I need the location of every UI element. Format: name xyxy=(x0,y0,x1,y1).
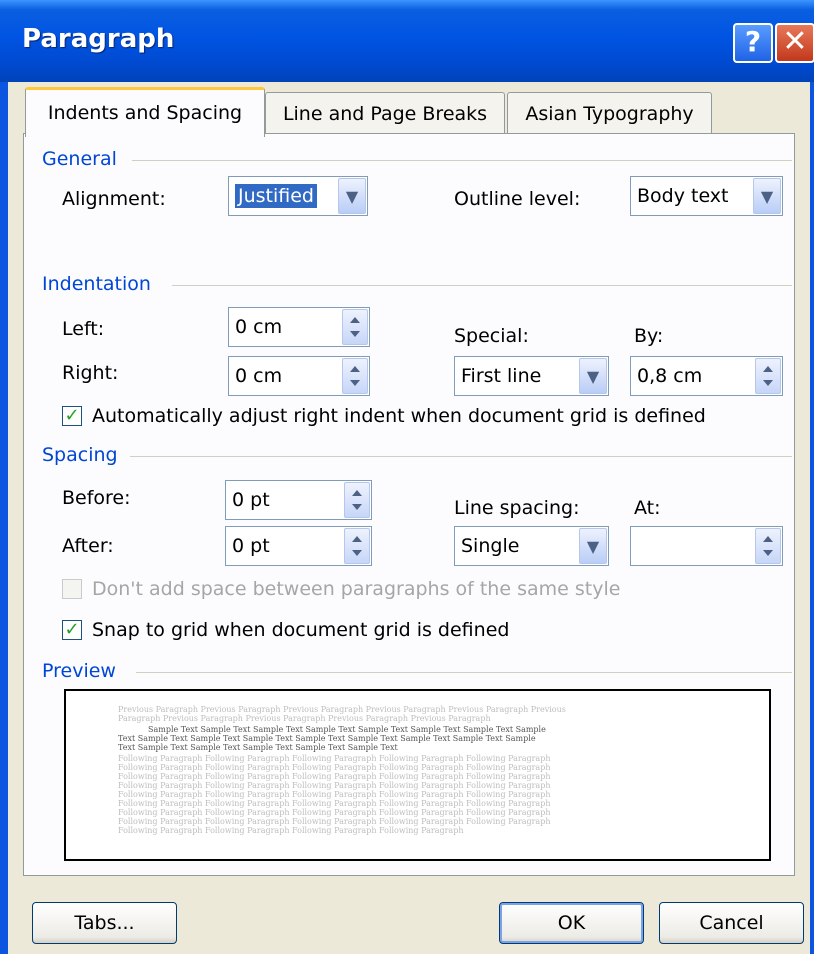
preview-line: Following Paragraph Following Paragraph … xyxy=(118,772,551,781)
tabs-button[interactable]: Tabs... xyxy=(32,902,177,944)
preview-line: Sample Text Sample Text Sample Text Samp… xyxy=(148,725,546,734)
line-spacing-value: Single xyxy=(461,535,520,557)
chevron-down-icon[interactable]: ▼ xyxy=(579,358,607,394)
at-field[interactable] xyxy=(630,526,783,566)
preview-line: Following Paragraph Following Paragraph … xyxy=(118,799,551,808)
preview-section-title: Preview xyxy=(42,660,116,682)
snap-to-grid-checkbox[interactable]: ✓ xyxy=(62,620,82,640)
alignment-value: Justified xyxy=(234,183,318,209)
tab-line-and-page-breaks[interactable]: Line and Page Breaks xyxy=(265,92,505,136)
before-label: Before: xyxy=(62,487,131,509)
preview-line: Following Paragraph Following Paragraph … xyxy=(118,826,464,835)
by-label: By: xyxy=(634,325,664,347)
after-label: After: xyxy=(62,535,114,557)
after-value: 0 pt xyxy=(232,535,270,557)
dont-add-space-checkbox[interactable] xyxy=(62,579,82,599)
snap-to-grid-label[interactable]: Snap to grid when document grid is defin… xyxy=(92,619,509,641)
outline-level-value: Body text xyxy=(637,185,729,207)
window-frame-left xyxy=(0,82,8,954)
line-spacing-label: Line spacing: xyxy=(454,497,580,519)
section-divider xyxy=(132,160,792,161)
dialog-title: Paragraph xyxy=(22,24,175,54)
by-value: 0,8 cm xyxy=(637,365,703,387)
preview-line: Following Paragraph Following Paragraph … xyxy=(118,763,551,772)
outline-level-select[interactable]: Body text ▼ xyxy=(630,176,783,216)
preview-line: Text Sample Text Sample Text Sample Text… xyxy=(118,743,398,752)
preview-box: Previous Paragraph Previous Paragraph Pr… xyxy=(64,689,771,861)
preview-line: Following Paragraph Following Paragraph … xyxy=(118,754,551,763)
preview-line: Following Paragraph Following Paragraph … xyxy=(118,790,551,799)
spinner-icon[interactable] xyxy=(755,358,781,394)
tab-asian-typography[interactable]: Asian Typography xyxy=(507,92,712,136)
section-divider xyxy=(172,285,792,286)
dont-add-space-label[interactable]: Don't add space between paragraphs of th… xyxy=(92,578,620,600)
left-indent-value: 0 cm xyxy=(235,316,283,338)
right-indent-value: 0 cm xyxy=(235,365,283,387)
help-button[interactable]: ? xyxy=(733,23,773,63)
section-divider xyxy=(136,672,792,673)
spinner-icon[interactable] xyxy=(342,309,368,345)
preview-line: Previous Paragraph Previous Paragraph Pr… xyxy=(118,705,566,714)
right-indent-label: Right: xyxy=(62,362,119,384)
auto-adjust-checkbox[interactable]: ✓ xyxy=(62,406,82,426)
chevron-down-icon[interactable]: ▼ xyxy=(753,178,781,214)
tab-indents-and-spacing[interactable]: Indents and Spacing xyxy=(25,87,265,137)
special-label: Special: xyxy=(454,325,529,347)
tab-label: Asian Typography xyxy=(525,103,694,125)
cancel-button[interactable]: Cancel xyxy=(659,902,804,944)
ok-button-label: OK xyxy=(557,912,586,934)
preview-line: Following Paragraph Following Paragraph … xyxy=(118,817,551,826)
preview-line: Following Paragraph Following Paragraph … xyxy=(118,781,551,790)
left-indent-label: Left: xyxy=(62,318,105,340)
before-value: 0 pt xyxy=(232,489,270,511)
cancel-button-label: Cancel xyxy=(699,912,764,934)
preview-line: Following Paragraph Following Paragraph … xyxy=(118,808,551,817)
special-select[interactable]: First line ▼ xyxy=(454,356,609,396)
close-icon: ✕ xyxy=(782,24,808,59)
chevron-down-icon[interactable]: ▼ xyxy=(579,528,607,564)
spinner-icon[interactable] xyxy=(342,358,368,394)
line-spacing-select[interactable]: Single ▼ xyxy=(454,526,609,566)
spinner-icon[interactable] xyxy=(344,482,370,518)
preview-line: Text Sample Text Sample Text Sample Text… xyxy=(118,734,536,743)
tab-label: Line and Page Breaks xyxy=(282,103,488,125)
at-label: At: xyxy=(634,497,661,519)
close-button[interactable]: ✕ xyxy=(775,23,814,63)
alignment-label: Alignment: xyxy=(62,188,166,210)
outline-level-label: Outline level: xyxy=(454,188,581,210)
alignment-select[interactable]: Justified ▼ xyxy=(228,176,368,216)
by-field[interactable]: 0,8 cm xyxy=(630,356,783,396)
left-indent-field[interactable]: 0 cm xyxy=(228,307,370,347)
after-field[interactable]: 0 pt xyxy=(225,526,372,566)
ok-button[interactable]: OK xyxy=(499,902,644,944)
right-indent-field[interactable]: 0 cm xyxy=(228,356,370,396)
spinner-icon[interactable] xyxy=(755,528,781,564)
before-field[interactable]: 0 pt xyxy=(225,480,372,520)
section-divider xyxy=(130,456,792,457)
indentation-section-title: Indentation xyxy=(42,273,151,295)
spinner-icon[interactable] xyxy=(344,528,370,564)
window-frame-right xyxy=(810,82,814,954)
special-value: First line xyxy=(461,365,542,387)
help-icon: ? xyxy=(744,25,762,58)
tab-label: Indents and Spacing xyxy=(47,102,243,124)
title-bar: Paragraph ? ✕ xyxy=(0,0,814,82)
chevron-down-icon[interactable]: ▼ xyxy=(338,178,366,214)
spacing-section-title: Spacing xyxy=(42,444,118,466)
general-section-title: General xyxy=(42,148,117,170)
preview-line: Paragraph Previous Paragraph Previous Pa… xyxy=(118,714,491,723)
tabs-button-label: Tabs... xyxy=(74,912,135,934)
auto-adjust-label[interactable]: Automatically adjust right indent when d… xyxy=(92,405,706,427)
